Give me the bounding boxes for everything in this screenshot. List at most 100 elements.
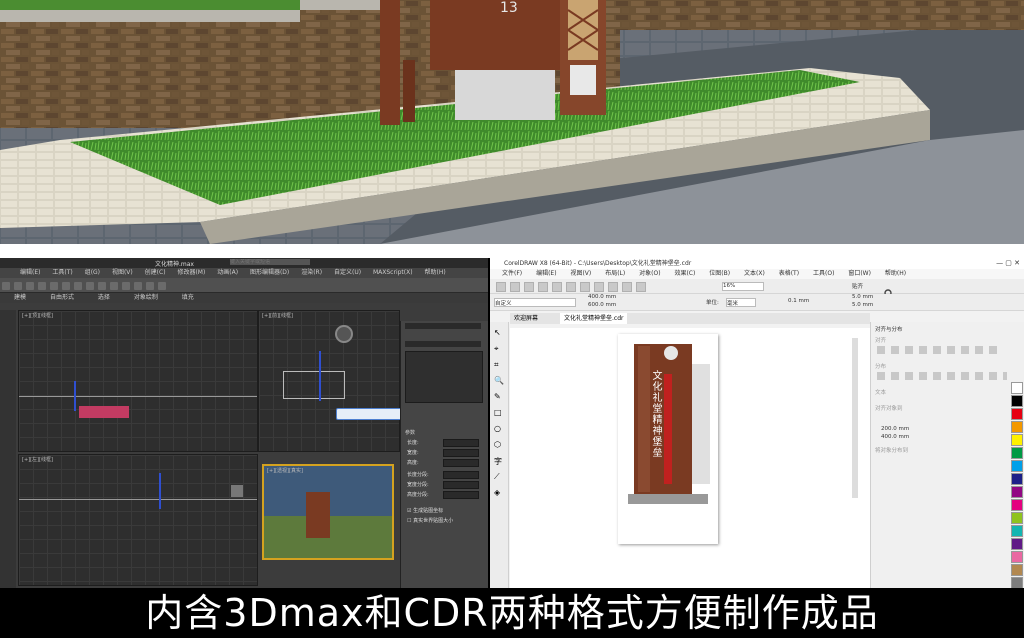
viewport-left[interactable]: [+][左][线框] [18, 454, 258, 586]
mirror-icon[interactable] [98, 282, 106, 290]
viewport-top[interactable]: [+][顶][线框] [18, 310, 258, 452]
ribbon-tab-populate[interactable]: 填充 [182, 294, 194, 301]
cdr-menu-text[interactable]: 文本(X) [744, 270, 765, 277]
max-menu-view[interactable]: 视图(V) [112, 269, 133, 276]
snap-dropdown[interactable]: 贴齐 [852, 282, 863, 290]
palette-swatch[interactable] [1011, 564, 1023, 576]
max-menu-group[interactable]: 组(G) [85, 269, 100, 276]
viewport-front[interactable]: [+][前][线框] [258, 310, 400, 452]
import-icon[interactable] [622, 282, 632, 292]
page-preset-select[interactable]: 自定义 [494, 298, 576, 307]
shape-tool-icon[interactable]: ⌖ [494, 344, 499, 354]
palette-swatch[interactable] [1011, 447, 1023, 459]
layer-icon[interactable] [122, 282, 130, 290]
align-icon[interactable] [110, 282, 118, 290]
material-icon[interactable] [134, 282, 142, 290]
export-icon[interactable] [636, 282, 646, 292]
cdr-menu-effects[interactable]: 效果(C) [674, 270, 695, 277]
panel-height-field[interactable]: 400.0 mm [881, 434, 909, 440]
viewcube-icon[interactable] [231, 485, 243, 497]
palette-swatch[interactable] [1011, 486, 1023, 498]
rotate-icon[interactable] [62, 282, 70, 290]
cdr-menu-window[interactable]: 窗口(W) [848, 270, 871, 277]
units-select[interactable]: 毫米 [726, 298, 756, 307]
align-buttons[interactable] [877, 346, 997, 354]
zoom-tool-icon[interactable]: 🔍 [494, 376, 504, 385]
link-icon[interactable] [26, 282, 34, 290]
print-icon[interactable] [538, 282, 548, 292]
palette-swatch[interactable] [1011, 512, 1023, 524]
open-icon[interactable] [510, 282, 520, 292]
palette-swatch[interactable] [1011, 408, 1023, 420]
page-height-field[interactable]: 600.0 mm [588, 302, 616, 308]
window-controls[interactable]: — ▢ ✕ [996, 258, 1020, 269]
scale-icon[interactable] [74, 282, 82, 290]
length-segs-field[interactable] [443, 471, 479, 479]
palette-swatch[interactable] [1011, 499, 1023, 511]
cdr-menu-view[interactable]: 视图(V) [570, 270, 591, 277]
pick-tool-icon[interactable]: ↖ [494, 328, 501, 337]
page-width-field[interactable]: 400.0 mm [588, 294, 616, 300]
palette-swatch[interactable] [1011, 525, 1023, 537]
distribute-buttons[interactable] [877, 372, 1007, 380]
redo-icon[interactable] [608, 282, 618, 292]
max-menu-modifiers[interactable]: 修改器(M) [177, 269, 205, 276]
width-segs-field[interactable] [443, 481, 479, 489]
max-menu-help[interactable]: 帮助(H) [425, 269, 446, 276]
zoom-select[interactable]: 16% [722, 282, 764, 291]
dup-distance-x[interactable]: 5.0 mm [852, 294, 873, 300]
max-menu-graph[interactable]: 图形编辑器(D) [250, 269, 289, 276]
palette-swatch[interactable] [1011, 434, 1023, 446]
tab-document[interactable]: 文化礼堂精神堡垒.cdr [560, 313, 628, 324]
polygon-tool-icon[interactable]: ⬡ [494, 440, 501, 449]
max-menu-edit[interactable]: 编辑(E) [20, 269, 40, 276]
crop-tool-icon[interactable]: ⌗ [494, 360, 499, 370]
palette-swatch[interactable] [1011, 577, 1023, 588]
ellipse-tool-icon[interactable]: ○ [494, 424, 501, 433]
save-icon[interactable] [524, 282, 534, 292]
snap-icon[interactable] [86, 282, 94, 290]
gen-map-coords-checkbox[interactable]: ☑ 生成贴图坐标 [407, 507, 443, 514]
floating-toolbar[interactable] [336, 408, 402, 420]
max-menu-tools[interactable]: 工具(T) [52, 269, 72, 276]
copy-icon[interactable] [566, 282, 576, 292]
cdr-menu-edit[interactable]: 编辑(E) [536, 270, 556, 277]
vertical-scrollbar[interactable] [852, 338, 858, 498]
ribbon-tab-freeform[interactable]: 自由形式 [50, 294, 74, 301]
cdr-menu-help[interactable]: 帮助(H) [885, 270, 906, 277]
palette-swatch[interactable] [1011, 538, 1023, 550]
palette-swatch[interactable] [1011, 382, 1023, 394]
cdr-menu-table[interactable]: 表格(T) [779, 270, 799, 277]
max-menu-maxscript[interactable]: MAXScript(X) [373, 269, 413, 276]
color-palette[interactable] [1011, 322, 1024, 588]
width-field[interactable] [443, 449, 479, 457]
palette-swatch[interactable] [1011, 421, 1023, 433]
palette-swatch[interactable] [1011, 551, 1023, 563]
max-search-input[interactable] [230, 259, 310, 265]
palette-swatch[interactable] [1011, 395, 1023, 407]
ribbon-tab-selection[interactable]: 选择 [98, 294, 110, 301]
max-menu-customize[interactable]: 自定义(U) [334, 269, 361, 276]
cdr-menu-tools[interactable]: 工具(O) [813, 270, 834, 277]
cdr-menu-layout[interactable]: 布局(L) [605, 270, 625, 277]
paste-icon[interactable] [580, 282, 590, 292]
render-frame-icon[interactable] [158, 282, 166, 290]
render-icon[interactable] [146, 282, 154, 290]
cut-icon[interactable] [552, 282, 562, 292]
cdr-menu-file[interactable]: 文件(F) [502, 270, 522, 277]
text-tool-icon[interactable]: 字 [494, 456, 502, 467]
ribbon-tab-object-paint[interactable]: 对象绘制 [134, 294, 158, 301]
palette-swatch[interactable] [1011, 473, 1023, 485]
nudge-field[interactable]: 0.1 mm [788, 298, 809, 304]
new-icon[interactable] [496, 282, 506, 292]
undo-icon[interactable] [594, 282, 604, 292]
fill-tool-icon[interactable]: ◈ [494, 488, 500, 497]
freehand-tool-icon[interactable]: ✎ [494, 392, 501, 401]
move-icon[interactable] [50, 282, 58, 290]
real-world-map-checkbox[interactable]: ☐ 真实世界贴图大小 [407, 517, 453, 524]
max-menu-animation[interactable]: 动画(A) [217, 269, 238, 276]
length-field[interactable] [443, 439, 479, 447]
object-name-field[interactable] [405, 323, 481, 329]
viewport-perspective[interactable]: [+][透视][真实] [262, 464, 394, 560]
panel-width-field[interactable]: 200.0 mm [881, 426, 909, 432]
